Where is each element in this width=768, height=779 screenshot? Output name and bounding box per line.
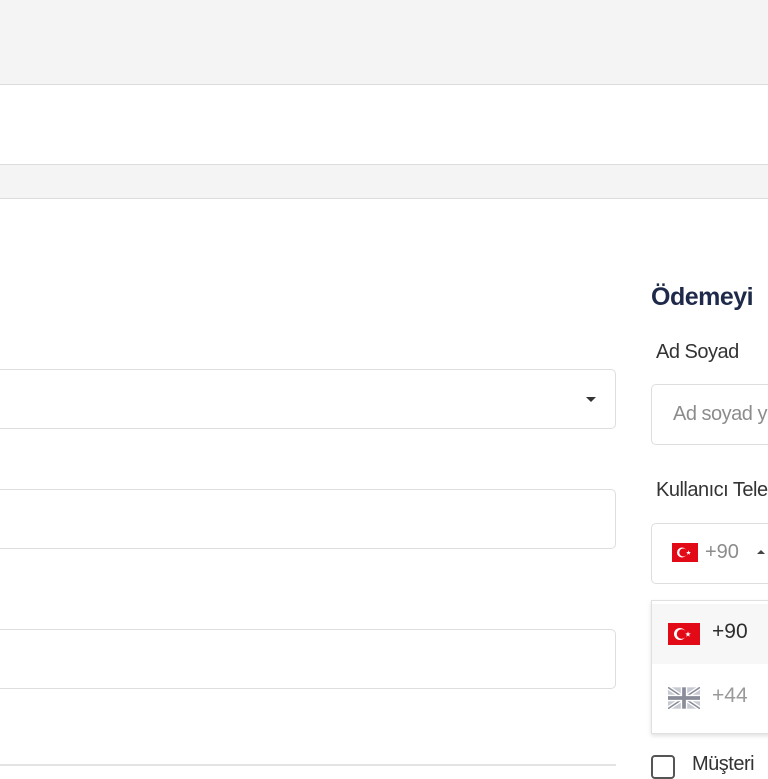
name-input[interactable]: Ad soyad y xyxy=(651,384,768,445)
name-placeholder: Ad soyad y xyxy=(673,403,767,425)
name-label: Ad Soyad xyxy=(656,341,739,363)
turkey-flag-icon xyxy=(668,623,700,650)
checkbox-label: Müşteri xyxy=(692,753,755,775)
country-code: +90 xyxy=(712,620,748,643)
text-input-2[interactable] xyxy=(0,489,616,549)
chevron-up-icon xyxy=(757,550,765,554)
country-option-turkey[interactable]: +90 xyxy=(652,604,768,664)
text-input-3[interactable] xyxy=(0,629,616,689)
country-code: +44 xyxy=(712,684,748,707)
phone-country-select[interactable]: +90 xyxy=(651,523,768,584)
country-option-uk[interactable]: +44 xyxy=(652,668,768,728)
turkey-flag-icon xyxy=(672,543,698,567)
phone-label: Kullanıcı Tele xyxy=(656,479,768,501)
uk-flag-icon xyxy=(666,685,702,714)
chevron-down-icon xyxy=(586,397,596,402)
customer-checkbox[interactable] xyxy=(651,755,675,779)
top-bar xyxy=(0,0,768,85)
select-field[interactable] xyxy=(0,369,616,429)
selected-country-code: +90 xyxy=(705,541,739,563)
divider xyxy=(0,764,616,766)
header-bar xyxy=(0,85,768,165)
sub-bar xyxy=(0,165,768,199)
country-code-dropdown: +90 +44 xyxy=(651,600,768,734)
payment-title: Ödemeyi xyxy=(651,283,754,311)
